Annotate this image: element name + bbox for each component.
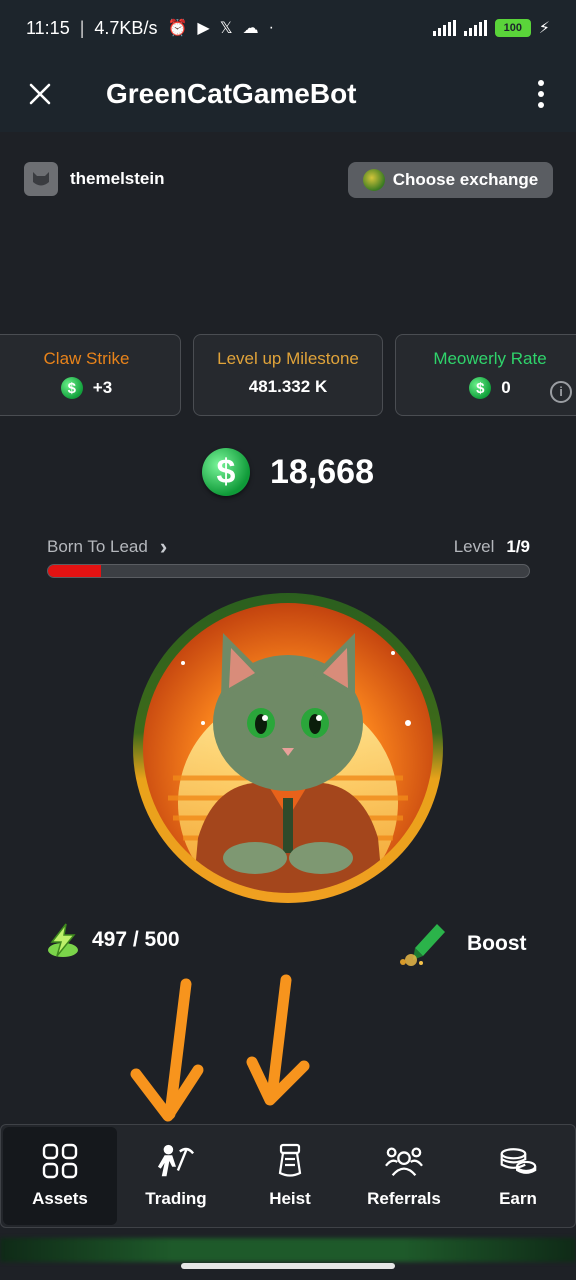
energy-indicator: 497 / 500 [46, 922, 180, 958]
coin-icon: $ [469, 377, 492, 399]
lightning-energy-icon [48, 923, 78, 957]
assets-grid-icon [41, 1143, 79, 1179]
boost-button[interactable]: Boost [393, 922, 527, 966]
coin-balance: $ 18,668 [0, 448, 576, 496]
choose-exchange-button[interactable]: Choose exchange [348, 162, 553, 198]
cat-tap-button[interactable] [133, 593, 443, 903]
home-indicator[interactable] [181, 1263, 395, 1269]
nav-label: Assets [32, 1189, 88, 1208]
level-progress-bar [47, 564, 530, 578]
bottom-glow [0, 1238, 576, 1262]
close-icon [29, 83, 51, 105]
level-row: Born To Lead › Level 1/9 [47, 534, 530, 560]
boost-label: Boost [467, 932, 527, 955]
energy-value: 497 / 500 [92, 928, 180, 951]
nav-trading[interactable]: Trading [119, 1125, 233, 1227]
stat-label: Claw Strike [43, 349, 130, 368]
stat-value: 481.332 K [248, 377, 328, 396]
status-time: 11:15 [26, 17, 70, 38]
signal-4g-icon [463, 20, 487, 36]
level-label: Level [453, 537, 495, 556]
nav-label: Referrals [367, 1189, 441, 1208]
coins-stack-icon [499, 1143, 537, 1179]
annotation-arrows [130, 974, 310, 1122]
charging-icon: ⚡ [538, 20, 550, 37]
stat-card-level-up-milestone[interactable]: Level up Milestone 481.332 K [193, 334, 383, 416]
more-vertical-icon [538, 80, 544, 86]
nav-label: Earn [499, 1189, 537, 1208]
users-group-icon [385, 1143, 423, 1179]
cat-illustration [143, 603, 433, 893]
nav-label: Trading [145, 1189, 207, 1208]
choose-exchange-label: Choose exchange [392, 170, 539, 189]
nav-assets[interactable]: Assets [3, 1127, 117, 1225]
chevron-right-icon[interactable]: › [160, 534, 167, 560]
battery-icon: 100 [494, 19, 531, 37]
level-value: 1/9 [506, 537, 530, 556]
miner-pickaxe-icon [157, 1143, 195, 1179]
youtube-icon: ▶ [197, 20, 210, 37]
nav-label: Heist [269, 1189, 311, 1208]
username: themelstein [70, 169, 165, 188]
game-content: themelstein Choose exchange Claw Strike … [0, 132, 576, 1280]
nav-earn[interactable]: Earn [461, 1125, 575, 1227]
alarm-icon: ⏰ [167, 20, 188, 37]
nav-referrals[interactable]: Referrals [347, 1125, 461, 1227]
stat-value: +3 [92, 378, 113, 397]
stat-card-claw-strike[interactable]: Claw Strike $ +3 [0, 334, 181, 416]
money-bag-icon [271, 1143, 309, 1179]
stat-card-meowerly-rate[interactable]: Meowerly Rate $ 0 i [395, 334, 576, 416]
close-button[interactable] [0, 56, 80, 132]
dollar-coin-icon: $ [202, 448, 250, 496]
dot-icon: · [268, 19, 274, 36]
level-progress-fill [48, 565, 101, 577]
bottom-navigation: Assets Trading Heist Referrals Earn [0, 1124, 576, 1228]
cat-avatar-icon [33, 172, 49, 186]
x-icon: 𝕏 [219, 20, 233, 37]
cat-character-image [143, 603, 433, 893]
stat-label: Meowerly Rate [433, 349, 547, 368]
info-icon[interactable]: i [550, 381, 572, 403]
more-menu-button[interactable] [506, 56, 576, 132]
user-profile[interactable]: themelstein [24, 162, 164, 196]
avatar [24, 162, 58, 196]
rocket-boost-icon [400, 924, 445, 966]
stat-label: Level up Milestone [217, 349, 359, 368]
level-name[interactable]: Born To Lead [47, 537, 148, 557]
status-bar: 11:15 | 4.7KB/s ⏰ ▶ 𝕏 ☁ · 100 ⚡ [0, 0, 576, 56]
app-bar: GreenCatGameBot [0, 56, 576, 132]
cloud-icon: ☁ [242, 20, 259, 37]
stat-value: 0 [501, 378, 511, 397]
balance-amount: 18,668 [270, 452, 374, 491]
nav-heist[interactable]: Heist [233, 1125, 347, 1227]
status-network-speed: 4.7KB/s [94, 17, 158, 38]
signal-icon [432, 20, 456, 36]
app-title: GreenCatGameBot [106, 78, 357, 109]
exchange-icon [362, 169, 385, 191]
coin-icon: $ [60, 377, 83, 399]
